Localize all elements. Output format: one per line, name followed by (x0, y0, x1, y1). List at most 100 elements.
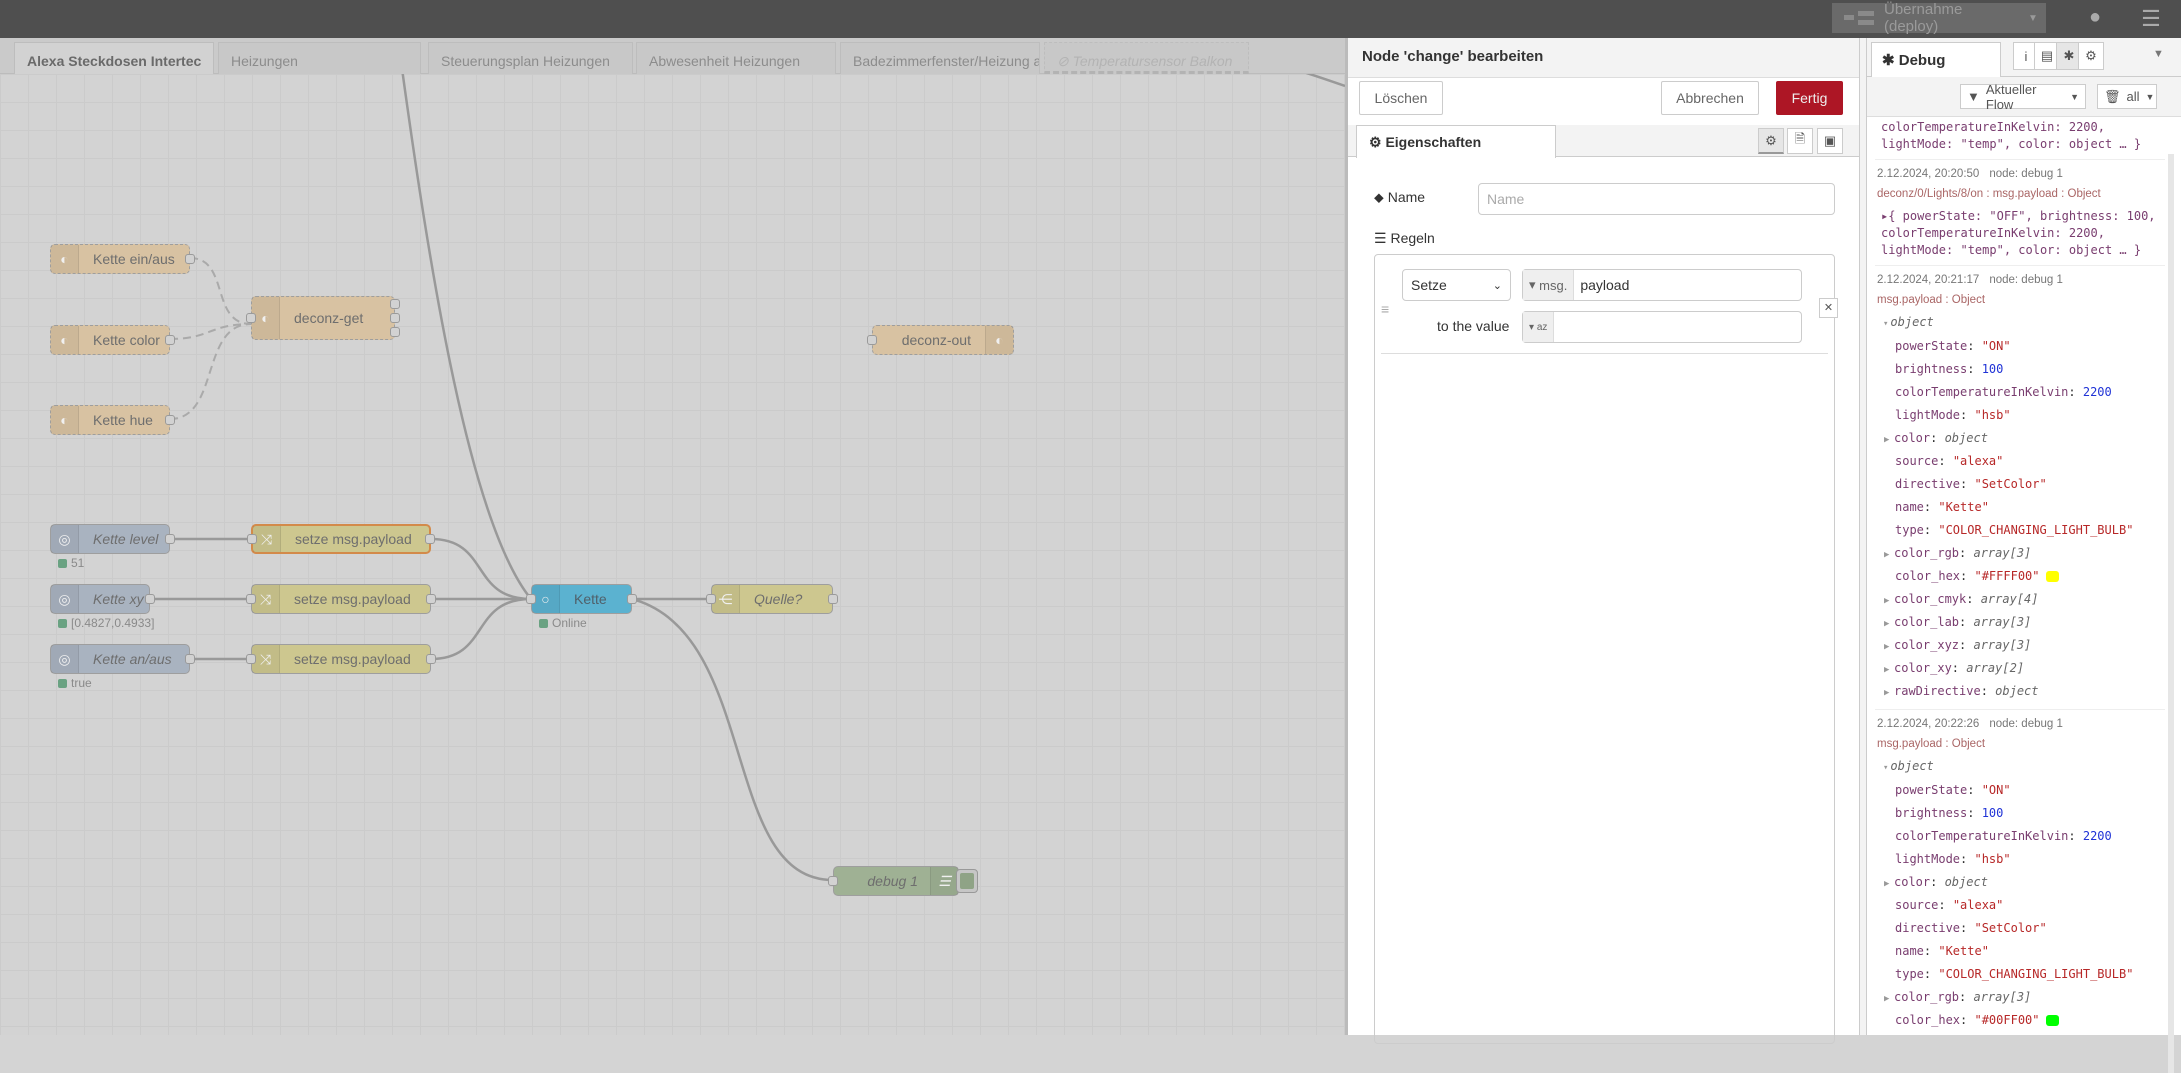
filter-button[interactable]: ▼ Aktueller Flow ▼ (1960, 82, 2086, 112)
tag-icon: ⬥ (1374, 189, 1388, 205)
done-button[interactable]: Fertig (1776, 81, 1843, 115)
flow-canvas[interactable]: ◐ Kette ein/aus ◐ deconz-get ◐ Kette color … (0, 74, 1345, 1035)
node-deconz-out[interactable]: deconz-out ◐ (867, 325, 1014, 355)
expand-triangle-icon[interactable]: ▶ (1884, 659, 1894, 682)
debug-tree-row[interactable]: ▶ color: object (1877, 871, 2165, 894)
chevron-down-icon: ▼ (2145, 91, 2155, 102)
expand-triangle-icon[interactable]: ▶ (1884, 590, 1894, 613)
debug-tree-row[interactable]: ▶ color_lab: array[3] (1877, 611, 2165, 634)
debug-summary-line: lightMode: "temp", color: object … } (1881, 243, 2142, 257)
debug-value: "Kette" (1938, 500, 1989, 514)
debug-tree-row[interactable]: ▶ color_xy: array[2] (1877, 657, 2165, 680)
editor-title: Node 'change' bearbeiten (1348, 38, 1860, 78)
debug-key: name (1895, 944, 1924, 958)
config-gear-icon[interactable]: ⚙ (2078, 42, 2104, 70)
node-setze-payload-2[interactable]: ⤨ setze msg.payload (246, 584, 436, 614)
clear-button[interactable]: 🗑 all ▼ (2097, 84, 2157, 109)
wire (430, 537, 532, 601)
debug-tree-root[interactable]: ▾ object (1877, 310, 2165, 335)
debug-tree-row[interactable]: ▶ color_rgb: array[3] (1877, 986, 2165, 1009)
remove-rule-button[interactable]: ✕ (1819, 298, 1838, 318)
debug-tree-row: source: "alexa" (1895, 454, 2004, 468)
workspace-tab[interactable]: Steuerungsplan Heizungen (428, 42, 633, 74)
rule-target-input[interactable]: ▾ msg. payload (1522, 269, 1802, 301)
tab-label: Debug (1898, 52, 1946, 69)
description-icon[interactable]: 🗎 (1787, 128, 1813, 154)
expand-triangle-icon[interactable]: ▶ (1884, 636, 1894, 659)
rule-action-select[interactable]: Setze ⌄ (1402, 269, 1511, 301)
wire (631, 597, 834, 882)
chevron-down-icon[interactable]: ▼ (2020, 13, 2046, 24)
expand-triangle-icon[interactable]: ▶ (1884, 682, 1894, 705)
debug-node-link[interactable]: node: debug 1 (1989, 718, 2063, 730)
workspace-tab[interactable]: Alexa Steckdosen Intertec (14, 42, 214, 74)
debug-tree-row[interactable]: ▶ rawDirective: object (1877, 680, 2165, 703)
node-kette-xy[interactable]: ◎ Kette xy (50, 584, 155, 614)
chevron-down-icon[interactable]: ▼ (2153, 48, 2164, 60)
node-kette-color[interactable]: ◐ Kette color (50, 325, 175, 355)
cancel-button[interactable]: Abbrechen (1661, 81, 1759, 115)
rule-value-input[interactable]: ▾ az (1522, 311, 1802, 343)
debug-messages[interactable]: colorTemperatureInKelvin: 2200, lightMode… (1875, 117, 2165, 1035)
name-input[interactable]: Name (1478, 183, 1835, 215)
expand-triangle-icon[interactable]: ▶ (1884, 544, 1894, 567)
gear-icon[interactable]: ⚙ (1758, 128, 1784, 154)
debug-meta: 2.12.2024, 20:20:50 node: debug 1 (1877, 164, 2165, 184)
drag-handle-icon[interactable]: ≡ (1381, 301, 1389, 317)
debug-node-link[interactable]: node: debug 1 (1989, 274, 2063, 286)
debug-tree-row[interactable]: ▶ color_rgb: array[3] (1877, 542, 2165, 565)
sidebar-tabs: ✱ Debug i ▤ ✱ ⚙ ▼ (1867, 38, 2181, 78)
workspace-tab[interactable]: Abwesenheit Heizungen (636, 42, 836, 74)
node-kette-hue[interactable]: ◐ Kette hue (50, 405, 175, 435)
debug-scrollbar[interactable] (2168, 154, 2174, 1073)
tab-debug[interactable]: ✱ Debug (1871, 42, 2001, 78)
user-icon[interactable]: ● (2080, 6, 2110, 32)
appearance-icon[interactable]: ▣ (1817, 128, 1843, 154)
delete-button[interactable]: Löschen (1359, 81, 1443, 115)
node-kette-an-aus[interactable]: ◎ Kette an/aus (50, 644, 195, 674)
node-kette-level[interactable]: ◎ Kette level (50, 524, 175, 554)
debug-key: color_rgb (1894, 990, 1960, 1004)
workspace-tab-disabled[interactable]: ⊘ Temperatursensor Balkon (1044, 42, 1249, 74)
debug-tree-row: powerState: "ON" (1895, 783, 2011, 797)
debug-tree-row[interactable]: ▶color_cmyk: array[4] (1877, 588, 2165, 611)
deploy-button[interactable]: Übernahme (deploy) ▼ (1832, 1, 2046, 35)
node-kette[interactable]: ○ Kette (526, 584, 637, 614)
node-kette-ein-aus[interactable]: ◐ Kette ein/aus (50, 244, 195, 274)
workspace-tab[interactable]: Heizungen (218, 42, 421, 74)
debug-summary[interactable]: colorTemperatureInKelvin: 2200, lightMode… (1877, 119, 2165, 153)
node-label: Kette (574, 591, 607, 607)
value-type-select[interactable]: ▾ az (1523, 312, 1555, 342)
debug-value: "alexa" (1952, 898, 2004, 912)
expand-triangle-icon[interactable]: ▶ (1884, 988, 1894, 1011)
debug-tree-row: name: "Kette" (1895, 500, 1989, 514)
debug-node-link[interactable]: node: debug 1 (1989, 168, 2063, 180)
chevron-down-icon: ▼ (2070, 91, 2079, 102)
debug-tree-row[interactable]: ▶ color: object (1877, 427, 2165, 450)
switch-icon: ⋲ (712, 585, 740, 613)
expand-triangle-icon[interactable]: ▶ (1884, 873, 1894, 896)
debug-value: array[3] (1973, 615, 2032, 629)
node-setze-payload-1[interactable]: ⤨ setze msg.payload (247, 524, 435, 554)
sidebar-splitter[interactable] (1859, 38, 1867, 1035)
expand-triangle-icon[interactable]: ▶ (1884, 429, 1894, 452)
node-label: Kette color (93, 332, 160, 348)
debug-value: 2200 (2082, 385, 2112, 399)
workspace-tab[interactable]: Badezimmerfenster/Heizung a (840, 42, 1040, 74)
node-debug-1[interactable]: debug 1 ☰ (828, 866, 959, 896)
node-quelle[interactable]: ⋲ Quelle? (706, 584, 838, 614)
debug-key: lightMode (1895, 852, 1961, 866)
debug-tree-row[interactable]: ▶ color_xyz: array[3] (1877, 634, 2165, 657)
debug-summary[interactable]: ▸{ powerState: "OFF", brightness: 100, co… (1877, 208, 2165, 259)
node-deconz-get[interactable]: ◐ deconz-get (246, 296, 400, 340)
menu-icon[interactable]: ☰ (2136, 6, 2166, 32)
target-type-select[interactable]: ▾ msg. (1523, 270, 1575, 300)
debug-meta: 2.12.2024, 20:22:26 node: debug 1 (1877, 714, 2165, 734)
expand-triangle-icon[interactable]: ▶ (1884, 613, 1894, 636)
debug-timestamp: 2.12.2024, 20:20:50 (1877, 168, 1980, 180)
debug-toggle-button[interactable] (956, 869, 978, 893)
debug-tree-root[interactable]: ▾ object (1877, 754, 2165, 779)
debug-value: "#00FF00" (1974, 1013, 2040, 1027)
tab-properties[interactable]: ⚙ Eigenschaften (1356, 125, 1556, 158)
node-setze-payload-3[interactable]: ⤨ setze msg.payload (246, 644, 436, 674)
